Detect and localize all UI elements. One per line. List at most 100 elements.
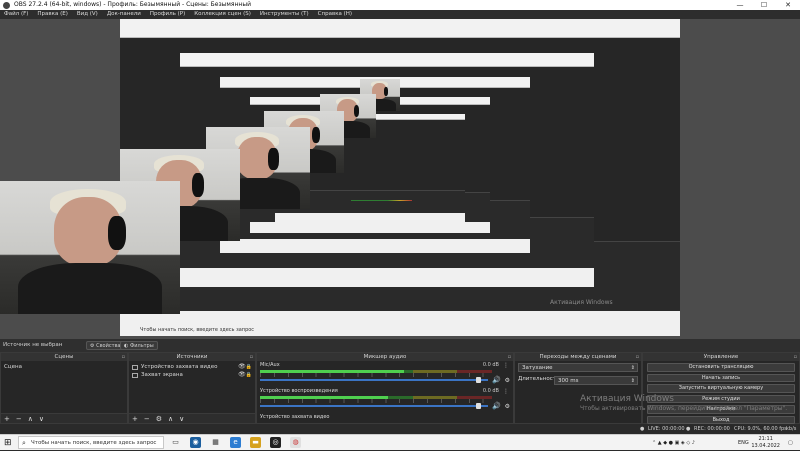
channel-db: 0.0 dB: [482, 388, 499, 394]
move-source-down-button[interactable]: ∨: [179, 415, 184, 423]
close-button[interactable]: ✕: [776, 0, 800, 10]
sources-toolbar: + − ⚙ ∧ ∨: [129, 413, 255, 423]
sources-list: Устройство захвата видео 👁 🔒 Захват экра…: [129, 361, 255, 381]
task-view-icon[interactable]: ▭: [170, 437, 181, 448]
speaker-icon[interactable]: 🔊: [492, 402, 501, 410]
file-explorer-icon[interactable]: ▬: [250, 437, 261, 448]
duration-input[interactable]: 300 ms ⇕: [554, 376, 638, 385]
menu-docks[interactable]: Док-панели: [107, 10, 141, 19]
source-properties-button[interactable]: ⚙: [156, 415, 162, 423]
exit-button[interactable]: Выход: [647, 415, 795, 424]
window-titlebar: OBS 27.2.4 (64-bit, windows) - Профиль: …: [0, 0, 800, 10]
stepper-icon[interactable]: ⇕: [631, 377, 635, 385]
cpu-fps: CPU: 9.0%, 60.00 fps: [734, 426, 787, 432]
add-scene-button[interactable]: +: [4, 415, 10, 423]
channel-db: 0.0 dB: [482, 362, 499, 368]
scenes-toolbar: + − ∧ ∨: [1, 413, 127, 423]
dock-close-icon[interactable]: ▫: [508, 353, 511, 361]
filters-button[interactable]: ◐ Фильтры: [120, 341, 158, 350]
meter-ticks: [260, 399, 492, 403]
dock-close-icon[interactable]: ▫: [794, 353, 797, 361]
source-item-label: Устройство захвата видео: [141, 364, 218, 370]
add-source-button[interactable]: +: [132, 415, 138, 423]
obs-taskbar-icon[interactable]: ◎: [270, 437, 281, 448]
window-title: OBS 27.2.4 (64-bit, windows) - Профиль: …: [14, 1, 251, 8]
nested-search-text: Чтобы начать поиск, введите здесь запрос: [140, 327, 255, 333]
edge-icon[interactable]: e: [230, 437, 241, 448]
lock-icon[interactable]: 🔒: [246, 371, 252, 379]
start-virtual-camera-button[interactable]: Запустить виртуальную камеру: [647, 384, 795, 393]
gear-icon[interactable]: ⚙: [505, 377, 510, 384]
move-source-up-button[interactable]: ∧: [168, 415, 173, 423]
menu-profile[interactable]: Профиль (P): [150, 10, 185, 19]
volume-slider[interactable]: [260, 403, 488, 409]
source-item[interactable]: Устройство захвата видео 👁 🔒: [132, 363, 252, 371]
notification-icon[interactable]: ▢: [788, 435, 793, 451]
windows-start-icon[interactable]: ⊞: [4, 438, 12, 448]
store-icon[interactable]: ▦: [210, 437, 221, 448]
dock-close-icon[interactable]: ▫: [636, 353, 639, 361]
minimize-button[interactable]: —: [728, 0, 752, 10]
maximize-button[interactable]: ☐: [752, 0, 776, 10]
menu-edit[interactable]: Правка (E): [37, 10, 67, 19]
meter-ticks: [260, 373, 492, 377]
scene-item[interactable]: Сцена: [4, 363, 124, 371]
transitions-title: Переходы между сценами ▫: [515, 353, 641, 361]
channel-menu-icon[interactable]: ⋮: [503, 388, 509, 395]
gear-icon[interactable]: ⚙: [505, 403, 510, 410]
volume-knob[interactable]: [476, 377, 482, 383]
menu-scene-collection[interactable]: Коллекция сцен (S): [194, 10, 251, 19]
taskbar-search-placeholder: Чтобы начать поиск, введите здесь запрос: [31, 440, 157, 446]
menu-tools[interactable]: Инструменты (T): [260, 10, 309, 19]
channel-menu-icon[interactable]: ⋮: [503, 362, 509, 369]
preview-canvas[interactable]: Активация Windows Чтобы начать поиск, вв…: [0, 19, 800, 339]
source-item[interactable]: Захват экрана 👁 🔒: [132, 371, 252, 379]
properties-button[interactable]: ⚙ Свойства: [86, 341, 125, 350]
remove-source-button[interactable]: −: [144, 415, 150, 423]
scenes-dock-title: Сцены ▫: [1, 353, 127, 361]
dock-close-icon[interactable]: ▫: [250, 353, 253, 361]
language-indicator[interactable]: ENG: [738, 435, 749, 451]
monitor-icon: [132, 372, 138, 378]
status-bar: ● LIVE: 00:00:00 ● REC: 00:00:00 CPU: 9.…: [0, 424, 800, 434]
window-controls: — ☐ ✕: [728, 0, 800, 10]
dock-close-icon[interactable]: ▫: [122, 353, 125, 361]
volume-slider[interactable]: [260, 377, 488, 383]
volume-knob[interactable]: [476, 403, 482, 409]
start-recording-button[interactable]: Начать запись: [647, 373, 795, 382]
menu-bar: Файл (F) Правка (E) Вид (V) Док-панели П…: [0, 10, 800, 19]
transition-type-value: Затухание: [522, 365, 553, 371]
menu-view[interactable]: Вид (V): [77, 10, 98, 19]
move-scene-up-button[interactable]: ∧: [28, 415, 33, 423]
visibility-eye-icon[interactable]: 👁: [238, 371, 246, 379]
transition-select[interactable]: Затухание ⇕: [518, 363, 638, 372]
duration-value: 300 ms: [558, 378, 579, 384]
scenes-list: Сцена: [1, 361, 127, 373]
stop-streaming-button[interactable]: Остановить трансляцию: [647, 363, 795, 372]
duration-label: Длительность: [518, 376, 560, 382]
lock-icon[interactable]: 🔒: [246, 363, 252, 371]
windows-taskbar: ⊞ ⌕ Чтобы начать поиск, введите здесь за…: [0, 434, 800, 450]
audio-mixer-title: Микшер аудио ▫: [257, 353, 513, 361]
speaker-icon[interactable]: 🔊: [492, 376, 501, 384]
channel-name: Устройство захвата видео: [260, 414, 330, 420]
remove-scene-button[interactable]: −: [16, 415, 22, 423]
transitions-dock: Переходы между сценами ▫ Затухание ⇕ Длит…: [514, 352, 642, 424]
menu-file[interactable]: Файл (F): [4, 10, 28, 19]
tray-icons[interactable]: ⌃ ▲ ◆ ● ▣ ◈ ◇ ♪: [652, 435, 695, 451]
chevron-updown-icon: ⇕: [630, 365, 635, 371]
move-scene-down-button[interactable]: ∨: [39, 415, 44, 423]
properties-label: Свойства: [96, 343, 121, 349]
taskbar-search-box[interactable]: ⌕ Чтобы начать поиск, введите здесь запр…: [18, 436, 164, 449]
rec-timer: REC: 00:00:00: [694, 426, 730, 432]
mixer-channel: Mic/Aux 0.0 dB ⋮ 🔊 ⚙: [257, 361, 513, 387]
steam-icon[interactable]: ◉: [190, 437, 201, 448]
live-timer: LIVE: 00:00:00: [648, 426, 685, 432]
nested-menubar: [120, 19, 680, 39]
taskbar-clock[interactable]: 21:11 13.04.2022: [751, 436, 780, 450]
visibility-eye-icon[interactable]: 👁: [238, 363, 246, 371]
audio-mixer-dock: Микшер аудио ▫ Mic/Aux 0.0 dB ⋮ 🔊 ⚙ Устро…: [256, 352, 514, 424]
chrome-icon[interactable]: ◍: [290, 437, 301, 448]
no-source-label: Источник не выбран: [3, 342, 63, 348]
menu-help[interactable]: Справка (H): [318, 10, 352, 19]
